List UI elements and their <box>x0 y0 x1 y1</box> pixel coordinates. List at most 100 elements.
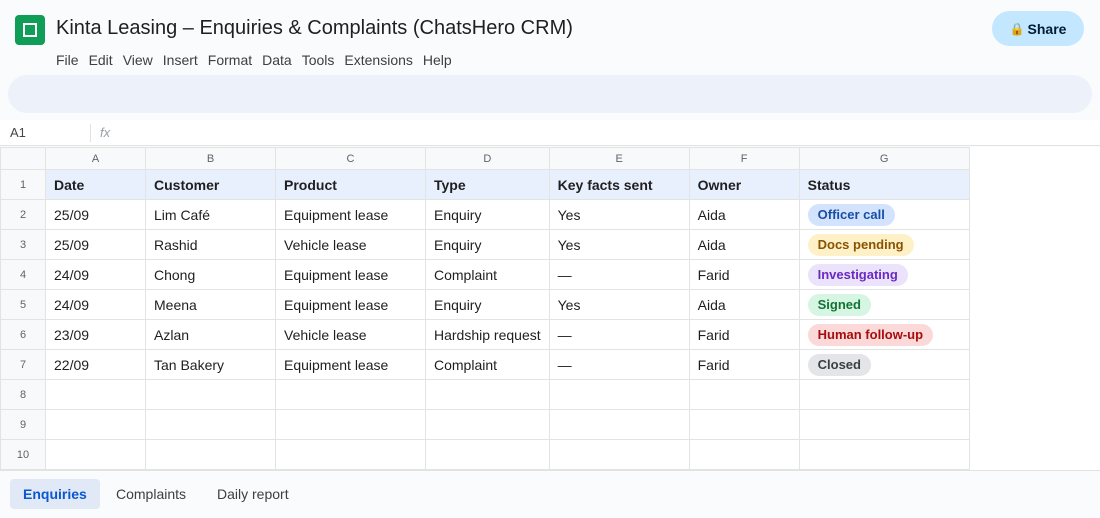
empty-cell[interactable] <box>45 409 146 440</box>
table-cell[interactable]: Vehicle lease <box>275 319 426 350</box>
table-cell[interactable]: Aida <box>688 289 800 320</box>
column-header-g[interactable]: G <box>798 147 970 170</box>
column-header-e[interactable]: E <box>548 147 690 170</box>
menu-data[interactable]: Data <box>262 52 292 68</box>
table-cell[interactable]: Yes <box>548 229 690 260</box>
header-cell[interactable]: Key facts sent <box>548 169 690 200</box>
menu-view[interactable]: View <box>123 52 153 68</box>
table-cell[interactable]: Equipment lease <box>275 199 426 230</box>
table-cell[interactable]: 24/09 <box>45 259 146 290</box>
table-cell[interactable]: Complaint <box>425 349 550 380</box>
status-cell[interactable]: Human follow-up <box>798 319 970 350</box>
table-cell[interactable]: Hardship request <box>425 319 550 350</box>
table-cell[interactable]: Tan Bakery <box>145 349 276 380</box>
document-title[interactable]: Kinta Leasing – Enquiries & Complaints (… <box>56 17 573 40</box>
empty-cell[interactable] <box>425 379 550 410</box>
header-cell[interactable]: Status <box>798 169 970 200</box>
row-header[interactable]: 8 <box>0 379 46 410</box>
menu-format[interactable]: Format <box>208 52 252 68</box>
menu-edit[interactable]: Edit <box>89 52 113 68</box>
column-header-b[interactable]: B <box>145 147 276 170</box>
empty-cell[interactable] <box>45 439 146 470</box>
table-cell[interactable]: — <box>548 319 690 350</box>
table-cell[interactable]: Farid <box>688 259 800 290</box>
empty-cell[interactable] <box>688 409 800 440</box>
row-header[interactable]: 2 <box>0 199 46 230</box>
menu-insert[interactable]: Insert <box>163 52 198 68</box>
status-cell[interactable]: Investigating <box>798 259 970 290</box>
table-cell[interactable]: Aida <box>688 199 800 230</box>
empty-cell[interactable] <box>275 409 426 440</box>
empty-cell[interactable] <box>688 439 800 470</box>
table-cell[interactable]: — <box>548 349 690 380</box>
menu-tools[interactable]: Tools <box>302 52 335 68</box>
empty-cell[interactable] <box>145 379 276 410</box>
menu-extensions[interactable]: Extensions <box>344 52 412 68</box>
tab-complaints[interactable]: Complaints <box>103 479 199 509</box>
header-cell[interactable]: Product <box>275 169 426 200</box>
table-cell[interactable]: 25/09 <box>45 229 146 260</box>
name-box[interactable]: A1 <box>10 125 26 140</box>
row-header[interactable]: 3 <box>0 229 46 260</box>
table-cell[interactable]: Lim Café <box>145 199 276 230</box>
row-header[interactable]: 5 <box>0 289 46 320</box>
empty-cell[interactable] <box>425 409 550 440</box>
empty-cell[interactable] <box>45 379 146 410</box>
empty-cell[interactable] <box>798 409 970 440</box>
empty-cell[interactable] <box>688 379 800 410</box>
table-cell[interactable]: Equipment lease <box>275 259 426 290</box>
header-cell[interactable]: Date <box>45 169 146 200</box>
table-cell[interactable]: Rashid <box>145 229 276 260</box>
empty-cell[interactable] <box>275 379 426 410</box>
empty-cell[interactable] <box>145 409 276 440</box>
row-header[interactable]: 7 <box>0 349 46 380</box>
table-cell[interactable]: Chong <box>145 259 276 290</box>
column-header-f[interactable]: F <box>688 147 800 170</box>
empty-cell[interactable] <box>548 409 690 440</box>
table-cell[interactable]: Enquiry <box>425 199 550 230</box>
empty-cell[interactable] <box>548 439 690 470</box>
empty-cell[interactable] <box>798 379 970 410</box>
sheets-logo-icon[interactable] <box>15 15 45 45</box>
status-cell[interactable]: Signed <box>798 289 970 320</box>
empty-cell[interactable] <box>425 439 550 470</box>
table-cell[interactable]: Aida <box>688 229 800 260</box>
tab-daily-report[interactable]: Daily report <box>204 479 302 509</box>
table-cell[interactable]: Farid <box>688 319 800 350</box>
table-cell[interactable]: Farid <box>688 349 800 380</box>
select-all-corner[interactable] <box>0 147 46 170</box>
header-cell[interactable]: Type <box>425 169 550 200</box>
row-header[interactable]: 6 <box>0 319 46 350</box>
row-header[interactable]: 10 <box>0 439 46 470</box>
status-cell[interactable]: Closed <box>798 349 970 380</box>
empty-cell[interactable] <box>145 439 276 470</box>
row-header[interactable]: 4 <box>0 259 46 290</box>
column-header-c[interactable]: C <box>275 147 426 170</box>
table-cell[interactable]: Enquiry <box>425 229 550 260</box>
header-cell[interactable]: Customer <box>145 169 276 200</box>
empty-cell[interactable] <box>548 379 690 410</box>
empty-cell[interactable] <box>275 439 426 470</box>
menu-file[interactable]: File <box>56 52 79 68</box>
column-header-d[interactable]: D <box>425 147 550 170</box>
header-cell[interactable]: Owner <box>688 169 800 200</box>
column-header-a[interactable]: A <box>45 147 146 170</box>
table-cell[interactable]: Meena <box>145 289 276 320</box>
menu-help[interactable]: Help <box>423 52 452 68</box>
row-header[interactable]: 1 <box>0 169 46 200</box>
table-cell[interactable]: 24/09 <box>45 289 146 320</box>
table-cell[interactable]: 23/09 <box>45 319 146 350</box>
status-cell[interactable]: Officer call <box>798 199 970 230</box>
table-cell[interactable]: Yes <box>548 199 690 230</box>
share-button[interactable]: 🔒 Share <box>992 11 1084 46</box>
table-cell[interactable]: Equipment lease <box>275 349 426 380</box>
status-cell[interactable]: Docs pending <box>798 229 970 260</box>
table-cell[interactable]: 25/09 <box>45 199 146 230</box>
table-cell[interactable]: Azlan <box>145 319 276 350</box>
table-cell[interactable]: Yes <box>548 289 690 320</box>
table-cell[interactable]: 22/09 <box>45 349 146 380</box>
table-cell[interactable]: — <box>548 259 690 290</box>
table-cell[interactable]: Vehicle lease <box>275 229 426 260</box>
tab-enquiries[interactable]: Enquiries <box>10 479 100 509</box>
table-cell[interactable]: Complaint <box>425 259 550 290</box>
